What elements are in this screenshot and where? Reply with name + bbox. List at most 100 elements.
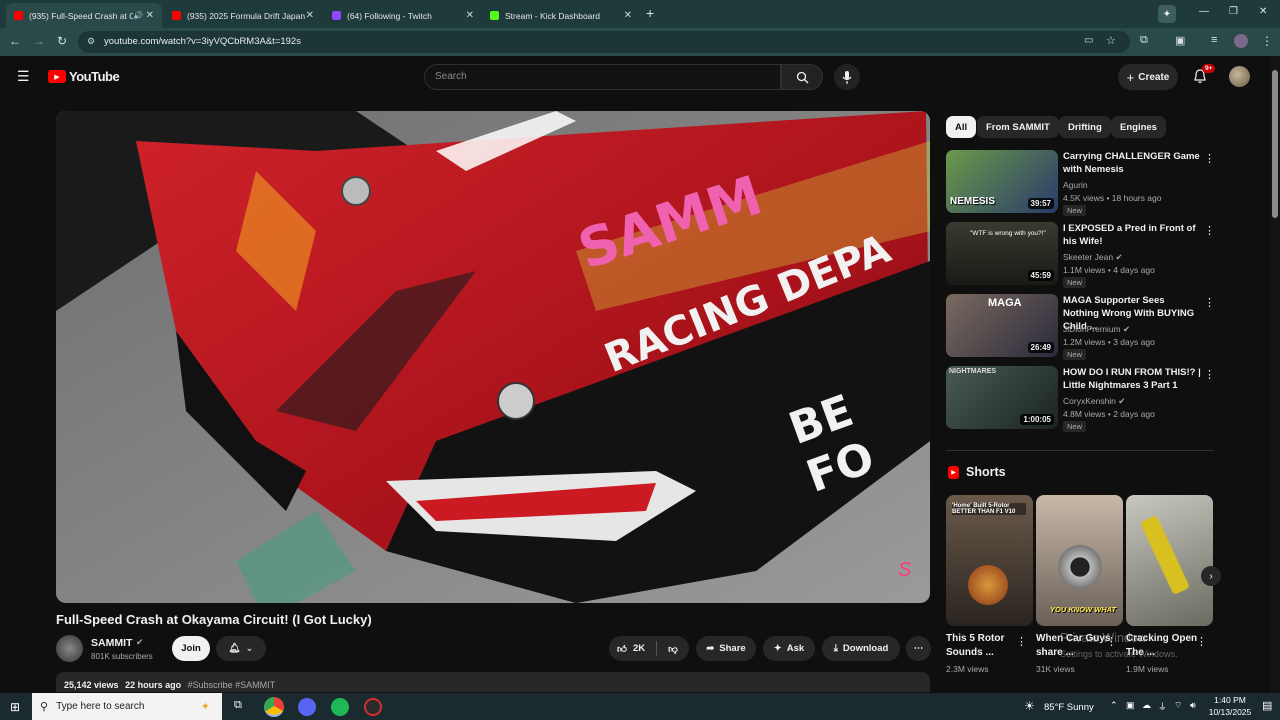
recommendation-item[interactable]: "WTF is wrong with you?!" 45:59 I EXPOSE… bbox=[946, 222, 1216, 288]
thumbnail-text: MAGA bbox=[988, 297, 1022, 309]
download-button[interactable]: ⤓ Download bbox=[822, 636, 900, 661]
site-info-icon[interactable]: ⚙ bbox=[87, 36, 95, 47]
video-thumbnail[interactable]: NEMESIS 39:57 bbox=[946, 150, 1058, 213]
join-button[interactable]: Join bbox=[172, 636, 210, 661]
recommendation-channel[interactable]: Skeeter Jean ✔ bbox=[1063, 252, 1123, 263]
search-input[interactable]: Search bbox=[424, 64, 781, 90]
close-tab-icon[interactable]: ✕ bbox=[306, 10, 314, 21]
discord-taskbar-icon[interactable] bbox=[298, 698, 316, 716]
chip-label: Drifting bbox=[1068, 121, 1102, 133]
chevron-right-icon[interactable]: › bbox=[1201, 566, 1221, 586]
address-bar[interactable]: ⚙ youtube.com/watch?v=3iyVQCbRM3A&t=192s… bbox=[78, 31, 1130, 53]
more-vertical-icon[interactable]: ⋮ bbox=[1196, 635, 1207, 648]
recommendation-item[interactable]: MAGA 26:49 MAGA Supporter Sees Nothing W… bbox=[946, 294, 1216, 360]
notifications-button[interactable]: 9+ bbox=[1193, 64, 1216, 89]
taskbar-search-input[interactable]: ⚲ Type here to search ✦ bbox=[32, 693, 222, 720]
channel-avatar[interactable] bbox=[56, 635, 83, 662]
browser-tab-formula-drift[interactable]: (935) 2025 Formula Drift Japan ✕ bbox=[164, 3, 322, 28]
hashtags[interactable]: #Subscribe #SAMMIT bbox=[188, 680, 276, 690]
share-button[interactable]: ➦ Share bbox=[696, 636, 756, 661]
profile-avatar-icon[interactable] bbox=[1234, 34, 1248, 48]
more-vertical-icon[interactable]: ⋮ bbox=[1204, 368, 1215, 381]
chip-drifting[interactable]: Drifting bbox=[1059, 116, 1111, 138]
hamburger-menu-icon[interactable]: ☰ bbox=[17, 68, 30, 85]
restore-icon[interactable]: ❐ bbox=[1229, 6, 1238, 17]
more-vertical-icon[interactable]: ⋮ bbox=[1204, 224, 1215, 237]
dislike-button[interactable]: 👎︎ bbox=[668, 643, 678, 655]
obs-taskbar-icon[interactable] bbox=[364, 698, 382, 716]
close-tab-icon[interactable]: ✕ bbox=[624, 10, 632, 21]
recommendation-item[interactable]: NIGHTMARES 1:00:05 HOW DO I RUN FROM THI… bbox=[946, 366, 1216, 432]
back-icon[interactable]: ← bbox=[9, 34, 21, 48]
recommendation-channel[interactable]: Agurin bbox=[1063, 180, 1088, 190]
youtube-logo[interactable]: ▶ YouTube bbox=[48, 69, 120, 84]
description-box[interactable]: 25,142 views 22 hours ago #Subscribe #SA… bbox=[56, 672, 930, 692]
account-avatar[interactable] bbox=[1229, 66, 1250, 87]
search-button[interactable] bbox=[781, 64, 823, 90]
reload-icon[interactable]: ↻ bbox=[57, 34, 67, 48]
video-thumbnail[interactable]: "WTF is wrong with you?!" 45:59 bbox=[946, 222, 1058, 285]
short-thumbnail[interactable]: YOU KNOW WHAT bbox=[1036, 495, 1123, 626]
video-player[interactable]: SAMM RACING DEPA BE FO S bbox=[56, 111, 930, 603]
browser-tab-youtube-crash[interactable]: (935) Full-Speed Crash at O 🔊 ✕ bbox=[6, 3, 162, 28]
tray-app-icon[interactable]: ▣ bbox=[1126, 700, 1135, 711]
ask-label: Ask bbox=[786, 643, 805, 654]
new-tab-icon[interactable]: + bbox=[646, 5, 654, 21]
ask-button[interactable]: ✦ Ask bbox=[763, 636, 815, 661]
more-vertical-icon[interactable]: ⋮ bbox=[1204, 296, 1215, 309]
browser-menu-icon[interactable]: ⋮ bbox=[1261, 34, 1273, 48]
chrome-taskbar-icon[interactable] bbox=[264, 697, 284, 717]
forward-icon[interactable]: → bbox=[33, 34, 45, 48]
close-tab-icon[interactable]: ✕ bbox=[466, 10, 474, 21]
taskbar-time[interactable]: 1:40 PM bbox=[1208, 695, 1252, 705]
channel-name[interactable]: SAMMIT bbox=[91, 637, 132, 649]
bookmark-star-icon[interactable]: ☆ bbox=[1106, 34, 1116, 47]
recommendation-item[interactable]: NEMESIS 39:57 Carrying CHALLENGER Game w… bbox=[946, 150, 1216, 216]
network-icon[interactable]: ⌔ bbox=[1174, 700, 1182, 711]
speaker-icon[interactable]: 🔊 bbox=[133, 11, 143, 20]
chip-engines[interactable]: Engines bbox=[1111, 116, 1166, 138]
more-vertical-icon[interactable]: ⋮ bbox=[1204, 152, 1215, 165]
spotify-taskbar-icon[interactable] bbox=[331, 698, 349, 716]
close-tab-icon[interactable]: ✕ bbox=[146, 10, 154, 21]
video-thumbnail[interactable]: MAGA 26:49 bbox=[946, 294, 1058, 357]
video-thumbnail[interactable]: NIGHTMARES 1:00:05 bbox=[946, 366, 1058, 429]
close-window-icon[interactable]: ✕ bbox=[1259, 6, 1267, 17]
recommendation-channel[interactable]: CoryxKenshin ✔ bbox=[1063, 396, 1125, 407]
media-controls-icon[interactable]: ≡ bbox=[1211, 34, 1217, 46]
tray-overflow-icon[interactable]: ⌃ bbox=[1110, 700, 1118, 711]
recommendation-title: HOW DO I RUN FROM THIS!? | Little Nightm… bbox=[1063, 367, 1201, 391]
volume-icon[interactable]: 🔊︎ bbox=[1190, 700, 1196, 711]
like-button[interactable]: 👍︎ 2K bbox=[617, 643, 645, 655]
voice-search-button[interactable] bbox=[834, 64, 860, 90]
short-thumbnail[interactable]: 'Home' Built 5-Rotor BETTER THAN F1 V10 bbox=[946, 495, 1033, 626]
channel-name: JiDionPremium bbox=[1063, 324, 1121, 334]
windows-start-icon[interactable]: ⊞ bbox=[10, 700, 20, 714]
verified-check-icon: ✔ bbox=[1115, 252, 1123, 262]
recommendation-title: I EXPOSED a Pred in Front of his Wife! bbox=[1063, 223, 1196, 247]
cloud-icon[interactable]: ☁ bbox=[1142, 700, 1151, 711]
extensions-icon[interactable]: ⧉ bbox=[1140, 34, 1148, 47]
chip-all[interactable]: All bbox=[946, 116, 977, 138]
more-vertical-icon[interactable]: ⋮ bbox=[1016, 635, 1027, 648]
plus-icon: + bbox=[1126, 69, 1135, 85]
more-actions-button[interactable]: ⋯ bbox=[906, 636, 931, 661]
create-button[interactable]: + Create bbox=[1118, 64, 1178, 90]
notification-center-icon[interactable]: ▤ bbox=[1262, 699, 1272, 712]
weather-text[interactable]: 85°F Sunny bbox=[1044, 702, 1094, 713]
scrollbar-thumb[interactable] bbox=[1272, 70, 1278, 218]
side-panel-icon[interactable]: ▣ bbox=[1175, 34, 1185, 47]
url-text: youtube.com/watch?v=3iyVQCbRM3A&t=192s bbox=[104, 36, 301, 47]
taskbar-date[interactable]: 10/13/2025 bbox=[1204, 707, 1256, 717]
recommendation-channel[interactable]: JiDionPremium ✔ bbox=[1063, 324, 1130, 335]
subscription-bell-button[interactable]: 🔔︎ ⌄ bbox=[216, 636, 266, 661]
task-view-icon[interactable]: ⧉ bbox=[234, 699, 242, 712]
browser-tab-kick[interactable]: Stream - Kick Dashboard ✕ bbox=[482, 3, 640, 28]
chip-from-sammit[interactable]: From SAMMIT bbox=[977, 116, 1059, 138]
cast-icon[interactable]: ▭ bbox=[1084, 35, 1093, 46]
usb-icon[interactable]: ⏚ bbox=[1158, 700, 1167, 713]
short-thumbnail[interactable] bbox=[1126, 495, 1213, 626]
minimize-icon[interactable]: — bbox=[1199, 6, 1209, 17]
gemini-sparkle-icon[interactable]: ✦ bbox=[1158, 5, 1176, 23]
browser-tab-twitch[interactable]: (64) Following - Twitch ✕ bbox=[324, 3, 482, 28]
